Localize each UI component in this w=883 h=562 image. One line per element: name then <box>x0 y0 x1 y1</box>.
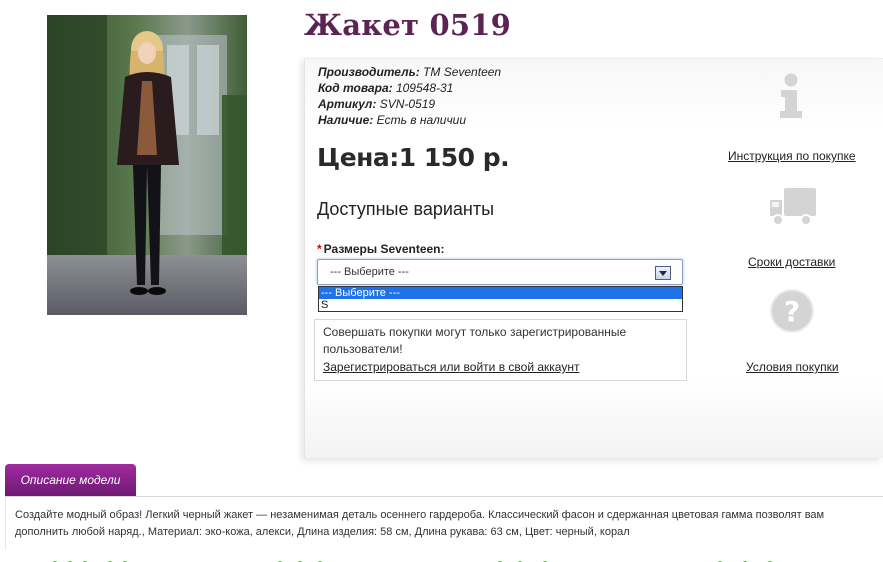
login-notice-text: Совершать покупки могут только зарегистр… <box>323 325 627 356</box>
info-icon[interactable] <box>777 73 805 124</box>
size-option[interactable]: S <box>319 299 682 311</box>
variants-heading: Доступные варианты <box>317 199 495 219</box>
size-select[interactable]: --- Выберите --- <box>317 259 683 285</box>
size-label: * Размеры Seventeen: <box>317 242 445 256</box>
spec-article: Артикул: SVN-0519 <box>318 96 501 112</box>
description-text: Создайте модный образ! Легкий черный жак… <box>5 496 883 550</box>
product-photo[interactable] <box>47 15 247 315</box>
question-icon[interactable]: ? <box>769 288 815 339</box>
purchase-terms-link[interactable]: Условия покупки <box>746 360 839 374</box>
purchase-instructions-link[interactable]: Инструкция по покупке <box>728 149 856 163</box>
footer-decoration <box>0 553 883 562</box>
product-title: Жакет 0519 <box>304 8 512 42</box>
login-notice: Совершать покупки могут только зарегистр… <box>314 319 687 381</box>
delivery-truck-icon[interactable] <box>768 186 818 233</box>
spec-key: Артикул: <box>318 97 377 111</box>
spec-availability: Наличие: Есть в наличии <box>318 112 501 128</box>
chevron-down-icon[interactable] <box>655 266 671 280</box>
register-login-link[interactable]: Зарегистрироваться или войти в свой акка… <box>323 359 579 376</box>
spec-manufacturer: Производитель: TM Seventeen <box>318 64 501 80</box>
spec-key: Производитель: <box>318 65 420 79</box>
spec-key: Код товара: <box>318 81 393 95</box>
size-select-value: --- Выберите --- <box>330 266 409 278</box>
spec-value: Есть в наличии <box>376 113 467 127</box>
spec-key: Наличие: <box>318 113 374 127</box>
svg-text:?: ? <box>784 295 800 328</box>
spec-value: 109548-31 <box>395 81 454 95</box>
spec-value: TM Seventeen <box>423 65 502 79</box>
required-mark: * <box>317 242 322 256</box>
product-specs: Производитель: TM Seventeen Код товара: … <box>318 64 501 128</box>
size-label-text: Размеры Seventeen: <box>323 242 445 256</box>
tab-description[interactable]: Описание модели <box>5 464 136 496</box>
size-option[interactable]: --- Выберите --- <box>319 287 682 299</box>
delivery-times-link[interactable]: Сроки доставки <box>748 255 835 269</box>
spec-product-code: Код товара: 109548-31 <box>318 80 501 96</box>
size-dropdown-list[interactable]: --- Выберите --- S <box>318 286 683 312</box>
product-info-panel: Производитель: TM Seventeen Код товара: … <box>304 58 883 458</box>
spec-value: SVN-0519 <box>379 97 436 111</box>
product-price: Цена:1 150 р. <box>317 143 510 172</box>
